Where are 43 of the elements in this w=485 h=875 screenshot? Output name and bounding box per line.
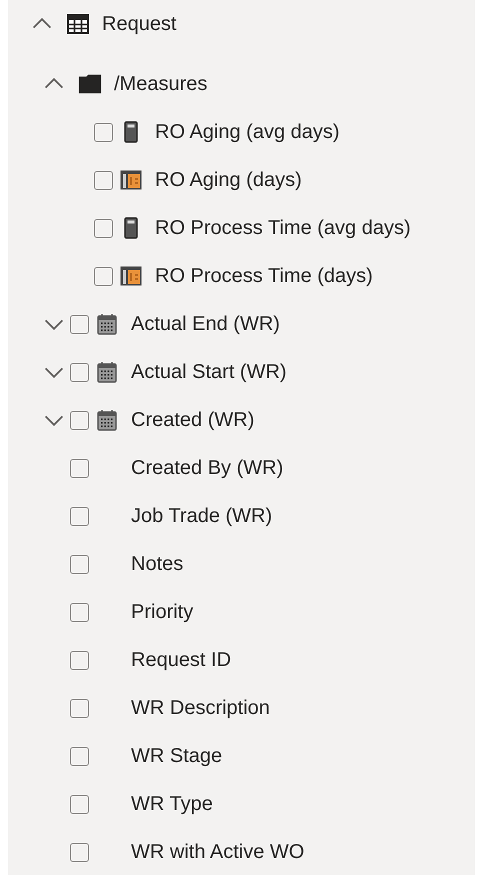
measure-name[interactable]: RO Process Time (avg days) bbox=[155, 216, 411, 240]
calendar-icon bbox=[97, 409, 117, 431]
checkbox[interactable] bbox=[70, 650, 89, 670]
field-name[interactable]: WR Type bbox=[131, 792, 213, 816]
calculated-column-icon bbox=[120, 170, 142, 190]
field-name[interactable]: Job Trade (WR) bbox=[131, 504, 272, 528]
field-name[interactable]: WR Description bbox=[131, 696, 270, 720]
checkbox[interactable] bbox=[70, 314, 89, 334]
checkbox[interactable] bbox=[70, 458, 89, 478]
field-name[interactable]: Priority bbox=[131, 600, 194, 624]
checkbox[interactable] bbox=[70, 842, 89, 862]
folder-icon bbox=[78, 73, 102, 95]
checkbox[interactable] bbox=[94, 266, 113, 286]
calendar-icon bbox=[97, 361, 117, 383]
field-name[interactable]: Created By (WR) bbox=[131, 456, 284, 480]
checkbox[interactable] bbox=[70, 506, 89, 526]
checkbox[interactable] bbox=[70, 554, 89, 574]
checkbox[interactable] bbox=[70, 602, 89, 622]
field-name[interactable]: WR with Active WO bbox=[131, 840, 304, 864]
checkbox[interactable] bbox=[94, 218, 113, 238]
checkbox[interactable] bbox=[94, 170, 113, 190]
checkbox[interactable] bbox=[70, 794, 89, 814]
calculator-icon bbox=[124, 121, 138, 143]
field-name[interactable]: Actual Start (WR) bbox=[131, 360, 287, 384]
table-name[interactable]: Request bbox=[102, 12, 176, 36]
field-name[interactable]: Notes bbox=[131, 552, 184, 576]
folder-name[interactable]: /Measures bbox=[114, 72, 208, 96]
measure-name[interactable]: RO Aging (days) bbox=[155, 168, 302, 192]
field-name[interactable]: WR Stage bbox=[131, 744, 222, 768]
calculated-column-icon bbox=[120, 266, 142, 286]
measure-name[interactable]: RO Process Time (days) bbox=[155, 264, 373, 288]
checkbox[interactable] bbox=[70, 362, 89, 382]
table-icon bbox=[67, 14, 89, 34]
calendar-icon bbox=[97, 313, 117, 335]
checkbox[interactable] bbox=[70, 698, 89, 718]
checkbox[interactable] bbox=[70, 410, 89, 430]
checkbox[interactable] bbox=[70, 746, 89, 766]
field-name[interactable]: Created (WR) bbox=[131, 408, 254, 432]
checkbox[interactable] bbox=[94, 122, 113, 142]
field-name[interactable]: Actual End (WR) bbox=[131, 312, 280, 336]
field-name[interactable]: Request ID bbox=[131, 648, 232, 672]
measure-name[interactable]: RO Aging (avg days) bbox=[155, 120, 340, 144]
calculator-icon bbox=[124, 217, 138, 239]
